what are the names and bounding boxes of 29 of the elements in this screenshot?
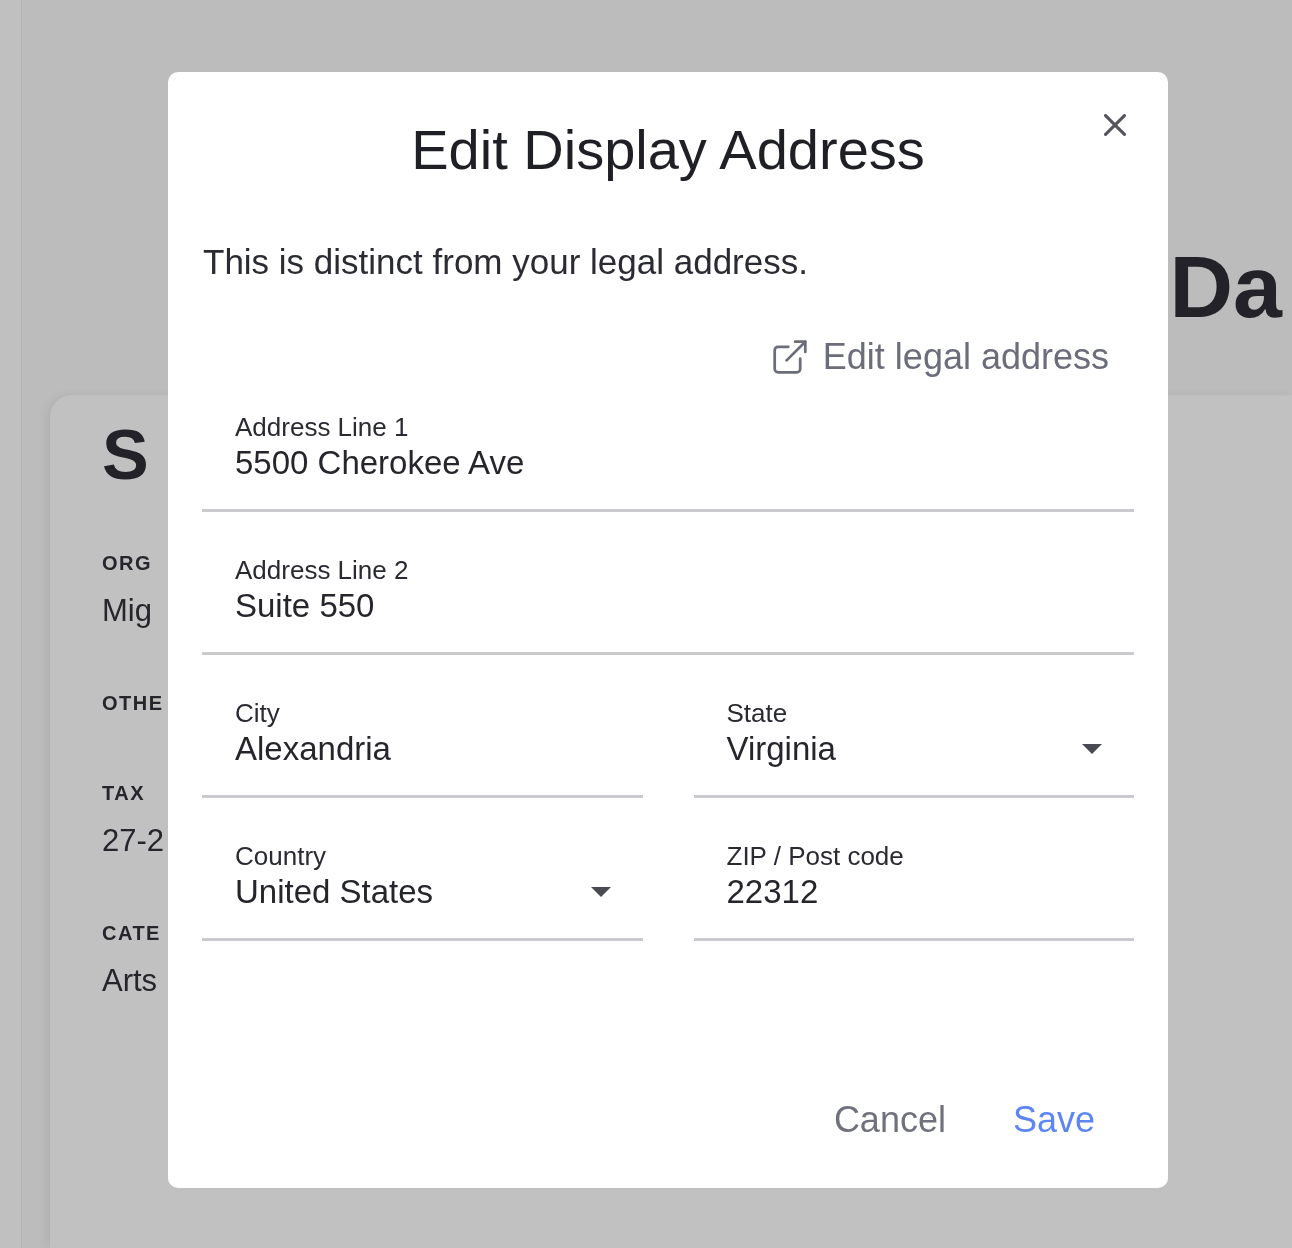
dialog-title: Edit Display Address bbox=[411, 117, 925, 183]
caret-icon bbox=[1082, 744, 1102, 754]
section-value: Arts bbox=[102, 962, 158, 1000]
section-label: TAX bbox=[102, 781, 145, 805]
section-label: OTHE bbox=[102, 691, 164, 715]
card-title: S bbox=[102, 420, 149, 490]
page-title: Da bbox=[1169, 237, 1282, 337]
text-field[interactable]: Address Line 1 5500 Cherokee Ave bbox=[202, 378, 1134, 512]
text-field[interactable]: City Alexandria bbox=[202, 655, 643, 798]
text-field[interactable]: Address Line 2 Suite 550 bbox=[202, 512, 1134, 655]
section-label: CATE bbox=[102, 921, 161, 945]
dropdown-field[interactable]: State Virginia bbox=[693, 655, 1134, 798]
dropdown-field[interactable]: Country United States bbox=[202, 798, 643, 941]
section-value: Mig bbox=[102, 592, 152, 630]
text-field[interactable]: ZIP / Post code 22312 bbox=[693, 798, 1134, 941]
caret-icon bbox=[590, 887, 611, 897]
field-label: State bbox=[726, 698, 788, 728]
cancel-button[interactable]: Cancel bbox=[817, 1092, 962, 1148]
section-value: 27-2 bbox=[102, 822, 165, 860]
field-label: Address Line 1 bbox=[235, 412, 409, 442]
field-label: Country bbox=[235, 841, 327, 871]
external-link-icon bbox=[772, 340, 807, 374]
field-label: ZIP / Post code bbox=[726, 841, 904, 871]
field-label: City bbox=[235, 698, 280, 728]
field-label: Address Line 2 bbox=[235, 555, 409, 585]
dialog-description: This is distinct from your legal address. bbox=[202, 241, 808, 283]
section-label: ORG bbox=[102, 551, 153, 575]
close-icon bbox=[1104, 114, 1126, 136]
edit-legal-address-link[interactable]: Edit legal address bbox=[772, 336, 1109, 378]
